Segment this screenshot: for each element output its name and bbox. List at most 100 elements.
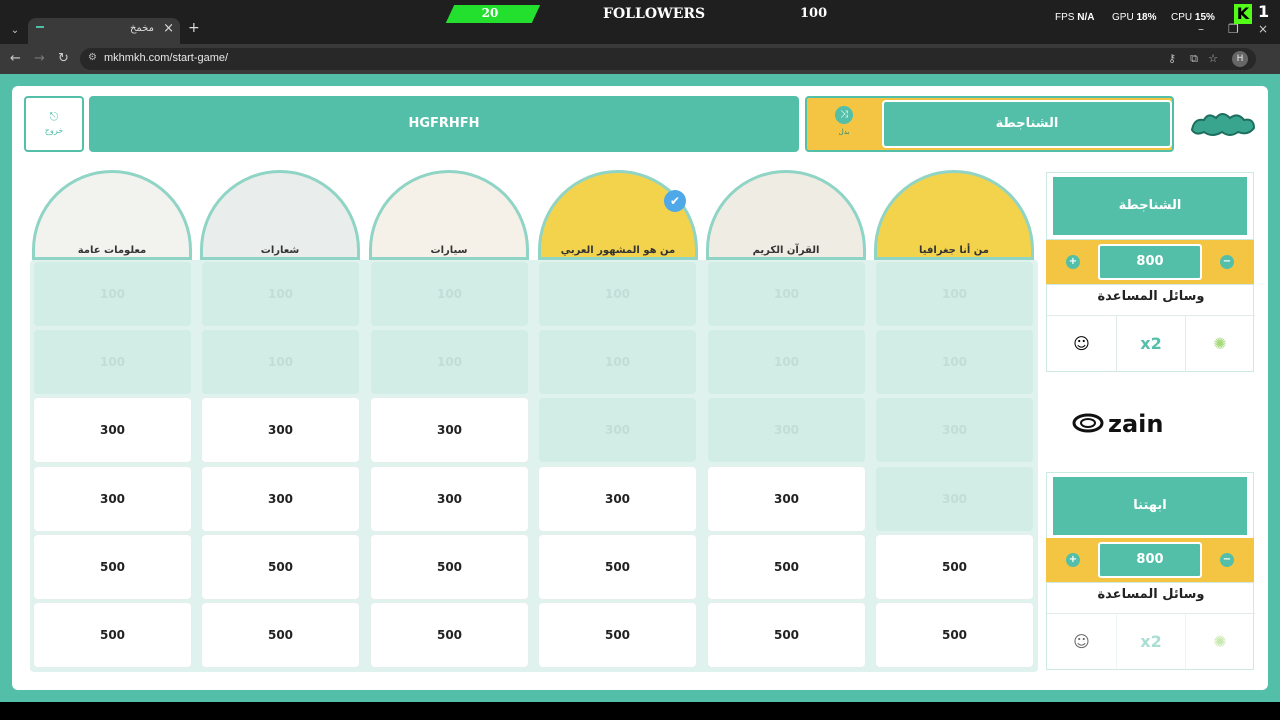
- question-cell: 100: [876, 262, 1033, 326]
- team1-aids: وسائل المساعدة ☺ x2 ✺: [1046, 284, 1255, 372]
- question-cell: 100: [371, 262, 528, 326]
- turn-team-name: الشناجطة: [882, 100, 1172, 148]
- sponsor-name: zain: [1108, 410, 1163, 438]
- exit-label: خروج: [44, 126, 64, 135]
- followers-goal: 100: [800, 6, 828, 21]
- question-cell: 100: [876, 330, 1033, 394]
- category-header: سيارات: [369, 170, 529, 260]
- team2-plus-button[interactable]: +: [1066, 553, 1080, 567]
- team1-aids-row: ☺ x2 ✺: [1047, 315, 1255, 372]
- question-cell[interactable]: 500: [708, 603, 865, 667]
- forward-icon[interactable]: →: [34, 51, 45, 66]
- question-cell[interactable]: 300: [539, 467, 696, 531]
- fps-value: N/A: [1077, 12, 1095, 23]
- kick-number: 1: [1258, 2, 1270, 21]
- category-name: القرآن الكريم: [752, 245, 820, 256]
- question-cell[interactable]: 300: [34, 467, 191, 531]
- question-cell[interactable]: 300: [34, 398, 191, 462]
- tab-favicon-icon: [36, 26, 44, 28]
- call-friend-icon[interactable]: ☺: [1047, 316, 1116, 372]
- swap-turn-icon[interactable]: ⤨: [835, 106, 853, 124]
- install-app-icon[interactable]: ⧉: [1190, 52, 1198, 66]
- site-info-icon[interactable]: ⚙: [88, 52, 97, 63]
- new-tab-icon[interactable]: +: [188, 20, 200, 36]
- maximize-icon[interactable]: ❐: [1228, 22, 1239, 36]
- tab-search-icon[interactable]: ⌄: [6, 22, 24, 40]
- window-close-icon[interactable]: ×: [1258, 22, 1268, 36]
- question-cell: 100: [202, 262, 359, 326]
- question-cell: 100: [708, 330, 865, 394]
- double-points-icon[interactable]: x2: [1116, 614, 1185, 670]
- fps-label: FPS: [1055, 12, 1075, 23]
- turn-indicator: ⤨ بدل الشناجطة: [805, 96, 1174, 152]
- question-cell[interactable]: 500: [34, 603, 191, 667]
- double-points-icon[interactable]: x2: [1116, 316, 1185, 372]
- question-cell: 100: [34, 262, 191, 326]
- browser-tab[interactable]: مخمخ ×: [28, 18, 180, 44]
- team2-card: ابهتنا: [1046, 472, 1254, 540]
- password-key-icon[interactable]: ⚷: [1168, 52, 1176, 65]
- tab-title: مخمخ: [129, 23, 154, 34]
- question-cell[interactable]: 500: [539, 535, 696, 599]
- team1-name: الشناجطة: [1053, 177, 1247, 235]
- team1-plus-button[interactable]: +: [1066, 255, 1080, 269]
- question-cell[interactable]: 500: [34, 535, 191, 599]
- question-cell: 100: [371, 330, 528, 394]
- minimize-icon[interactable]: –: [1198, 22, 1204, 36]
- question-cell: 100: [539, 262, 696, 326]
- address-bar-row: ← → ↻ ⚙ mkhmkh.com/start-game/ ⚷ ⧉ ☆ H: [0, 44, 1280, 74]
- exit-button[interactable]: ⎋ خروج: [24, 96, 84, 152]
- question-cell: 300: [708, 398, 865, 462]
- cpu-label: CPU: [1171, 12, 1193, 23]
- tab-close-icon[interactable]: ×: [163, 21, 174, 36]
- category-header: معلومات عامة: [32, 170, 192, 260]
- profile-avatar[interactable]: H: [1232, 51, 1248, 67]
- question-cell: 100: [539, 330, 696, 394]
- followers-label: FOLLOWERS: [603, 6, 706, 22]
- gpu-value: 18%: [1136, 12, 1157, 23]
- question-cell[interactable]: 300: [202, 467, 359, 531]
- question-cell[interactable]: 500: [371, 535, 528, 599]
- kick-logo-icon: K: [1234, 4, 1252, 24]
- question-cell: 300: [539, 398, 696, 462]
- team2-minus-button[interactable]: −: [1220, 553, 1234, 567]
- question-cell[interactable]: 300: [708, 467, 865, 531]
- bookmark-star-icon[interactable]: ☆: [1208, 52, 1218, 65]
- game-board: ⎋ خروج HGFRHFH ⤨ بدل الشناجطة معلومات عا…: [12, 86, 1268, 690]
- cpu-stat: CPU 15%: [1171, 12, 1215, 23]
- question-cell: 300: [876, 467, 1033, 531]
- skip-question-icon[interactable]: ✺: [1185, 614, 1254, 670]
- question-cell[interactable]: 500: [202, 535, 359, 599]
- call-friend-icon[interactable]: ☺: [1047, 614, 1116, 670]
- gpu-stat: GPU 18%: [1112, 12, 1156, 23]
- question-cell[interactable]: 300: [371, 467, 528, 531]
- url-text[interactable]: mkhmkh.com/start-game/: [104, 52, 228, 64]
- team1-aids-title: وسائل المساعدة: [1097, 289, 1205, 304]
- team1-minus-button[interactable]: −: [1220, 255, 1234, 269]
- team2-score: 800: [1098, 542, 1202, 578]
- category-name: شعارات: [260, 245, 300, 256]
- category-selected-check-icon: ✔: [664, 190, 686, 212]
- question-cell[interactable]: 500: [708, 535, 865, 599]
- team1-score-row: + 800 −: [1046, 240, 1254, 284]
- current-team-banner: HGFRHFH: [89, 96, 799, 152]
- skip-question-icon[interactable]: ✺: [1185, 316, 1254, 372]
- question-cell[interactable]: 500: [371, 603, 528, 667]
- followers-count: 20: [481, 6, 499, 20]
- question-cell: 100: [34, 330, 191, 394]
- reload-icon[interactable]: ↻: [58, 51, 69, 66]
- team2-aids-row: ☺ x2 ✺: [1047, 613, 1255, 670]
- question-cell[interactable]: 500: [539, 603, 696, 667]
- question-cell[interactable]: 500: [876, 535, 1033, 599]
- back-icon[interactable]: ←: [10, 51, 21, 66]
- question-cell[interactable]: 500: [202, 603, 359, 667]
- question-cell[interactable]: 500: [876, 603, 1033, 667]
- question-cell[interactable]: 300: [371, 398, 528, 462]
- question-cell[interactable]: 300: [202, 398, 359, 462]
- sponsor-zain-logo: zain: [1072, 410, 1163, 438]
- url-bar[interactable]: ⚙ mkhmkh.com/start-game/ ⚷ ⧉ ☆ H: [80, 48, 1256, 70]
- team2-aids: وسائل المساعدة ☺ x2 ✺: [1046, 582, 1255, 670]
- team2-name: ابهتنا: [1053, 477, 1247, 535]
- page-background: ⎋ خروج HGFRHFH ⤨ بدل الشناجطة معلومات عا…: [0, 74, 1280, 702]
- swap-turn-label: بدل: [838, 128, 850, 136]
